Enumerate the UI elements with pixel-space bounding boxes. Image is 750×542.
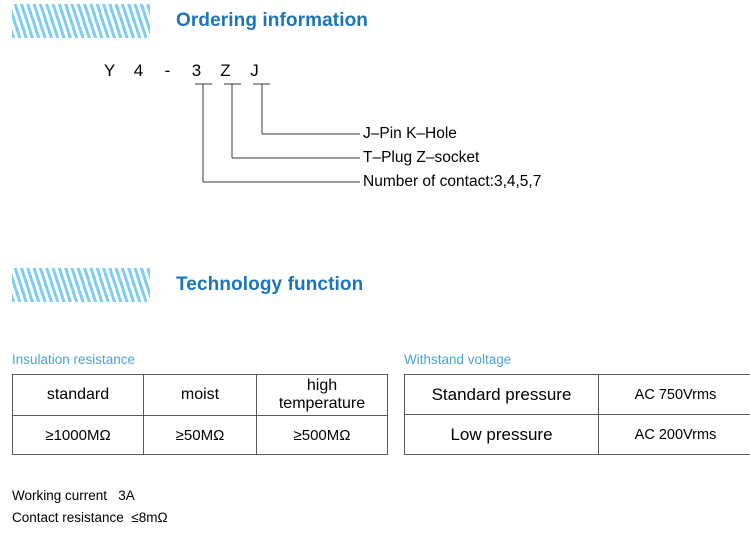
header-moist: moist bbox=[143, 374, 257, 416]
header-high-temperature-line2: temperature bbox=[278, 395, 366, 412]
insulation-resistance-table: standard moist high temperature ≥1000MΩ … bbox=[12, 374, 388, 455]
callout-label-plug-socket: T–Plug Z–socket bbox=[363, 149, 480, 166]
ordering-code-diagram: Y4-3ZJ J–Pin K–Hole T–Plug Z–socket Numb… bbox=[0, 55, 750, 205]
header-high-temperature-line1: high bbox=[306, 377, 338, 395]
value-high-temperature: ≥500MΩ bbox=[256, 415, 388, 455]
stripe-decoration-icon bbox=[12, 4, 150, 38]
insulation-resistance-caption: Insulation resistance bbox=[12, 352, 136, 367]
table-row: ≥1000MΩ ≥50MΩ ≥500MΩ bbox=[12, 415, 388, 455]
value-standard-pressure: AC 750Vrms bbox=[598, 374, 750, 415]
section-title-technology: Technology function bbox=[176, 274, 364, 295]
callout-label-pin-hole: J–Pin K–Hole bbox=[363, 125, 457, 142]
footnote-working-current: Working current 3A bbox=[12, 488, 135, 503]
section-heading-technology: Technology function bbox=[12, 268, 363, 302]
section-title-ordering: Ordering information bbox=[176, 10, 368, 31]
withstand-voltage-group: Withstand voltage Standard pressure AC 7… bbox=[404, 352, 750, 455]
value-low-pressure: AC 200Vrms bbox=[598, 414, 750, 455]
section-heading-ordering: Ordering information bbox=[12, 4, 368, 38]
header-high-temperature: high temperature bbox=[256, 374, 388, 416]
withstand-voltage-caption: Withstand voltage bbox=[404, 352, 512, 367]
footnote-contact-resistance: Contact resistance ≤8mΩ bbox=[12, 510, 168, 525]
specification-footnotes: Working current 3A Contact resistance ≤8… bbox=[12, 485, 168, 529]
label-low-pressure: Low pressure bbox=[404, 414, 599, 455]
label-standard-pressure: Standard pressure bbox=[404, 374, 599, 415]
callout-label-contact-count: Number of contact:3,4,5,7 bbox=[363, 173, 542, 190]
value-standard: ≥1000MΩ bbox=[12, 415, 144, 455]
table-row: Standard pressure AC 750Vrms bbox=[404, 374, 750, 415]
header-standard: standard bbox=[12, 374, 144, 416]
table-row-header: standard moist high temperature bbox=[12, 374, 388, 416]
stripe-decoration-icon bbox=[12, 268, 150, 302]
withstand-voltage-table: Standard pressure AC 750Vrms Low pressur… bbox=[404, 374, 750, 455]
table-row: Low pressure AC 200Vrms bbox=[404, 414, 750, 455]
insulation-resistance-group: Insulation resistance standard moist hig… bbox=[12, 352, 388, 455]
value-moist: ≥50MΩ bbox=[143, 415, 257, 455]
